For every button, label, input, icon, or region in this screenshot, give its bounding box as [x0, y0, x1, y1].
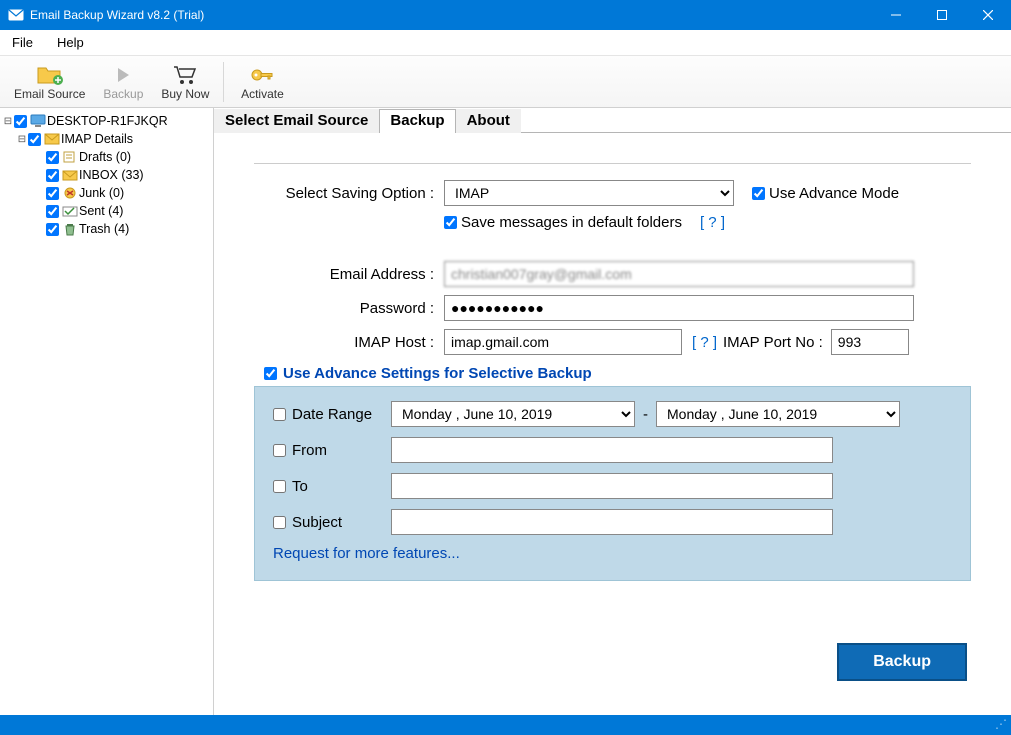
folder-add-icon: [36, 63, 64, 87]
app-icon: [8, 7, 24, 23]
advance-mode-checkbox[interactable]: Use Advance Mode: [752, 185, 899, 202]
toolbar: Email Source Backup Buy Now Activate: [0, 56, 1011, 108]
subject-input[interactable]: [391, 509, 833, 535]
tree-label: DESKTOP-R1FJKQR: [47, 114, 168, 128]
backup-button[interactable]: Backup: [837, 643, 967, 681]
tool-label: Backup: [103, 87, 143, 101]
tree-folder[interactable]: Junk (0): [2, 184, 211, 202]
date-from-select[interactable]: Monday , June 10, 2019: [391, 401, 635, 427]
collapse-icon[interactable]: ⊟: [2, 116, 14, 127]
tool-backup[interactable]: Backup: [93, 61, 153, 103]
to-input[interactable]: [391, 473, 833, 499]
tab-backup[interactable]: Backup: [379, 109, 455, 133]
port-label: IMAP Port No :: [723, 334, 823, 351]
tree-checkbox[interactable]: [46, 223, 59, 236]
cart-icon: [172, 63, 198, 87]
password-input[interactable]: [444, 295, 914, 321]
statusbar: ⋰: [0, 715, 1011, 735]
menu-help[interactable]: Help: [53, 33, 88, 52]
from-checkbox[interactable]: From: [273, 442, 391, 459]
window-title: Email Backup Wizard v8.2 (Trial): [30, 8, 873, 22]
separator: [254, 163, 971, 164]
tree-checkbox[interactable]: [46, 169, 59, 182]
folder-icon: [61, 150, 79, 164]
tree-account[interactable]: ⊟ IMAP Details: [2, 130, 211, 148]
menu-file[interactable]: File: [8, 33, 37, 52]
tree-root[interactable]: ⊟ DESKTOP-R1FJKQR: [2, 112, 211, 130]
toolbar-separator: [223, 62, 224, 102]
tool-label: Buy Now: [161, 87, 209, 101]
tool-activate[interactable]: Activate: [232, 61, 292, 103]
tool-email-source[interactable]: Email Source: [8, 61, 91, 103]
saving-option-select[interactable]: IMAP: [444, 180, 734, 206]
folder-icon: [61, 186, 79, 200]
help-link-default-folders[interactable]: [ ? ]: [700, 214, 725, 231]
resize-grip-icon[interactable]: ⋰: [995, 717, 1007, 731]
to-checkbox[interactable]: To: [273, 478, 391, 495]
date-range-checkbox[interactable]: Date Range: [273, 406, 391, 423]
advance-settings-panel: Date Range Monday , June 10, 2019 - Mond…: [254, 386, 971, 581]
email-label: Email Address :: [254, 266, 434, 283]
tree-checkbox[interactable]: [46, 151, 59, 164]
minimize-button[interactable]: [873, 0, 919, 30]
titlebar: Email Backup Wizard v8.2 (Trial): [0, 0, 1011, 30]
tree-checkbox[interactable]: [46, 205, 59, 218]
folder-icon: [61, 168, 79, 182]
backup-pane: Select Saving Option : IMAP Use Advance …: [214, 133, 1011, 591]
tree-folder[interactable]: INBOX (33): [2, 166, 211, 184]
advance-settings-toggle[interactable]: Use Advance Settings for Selective Backu…: [264, 365, 971, 382]
date-to-select[interactable]: Monday , June 10, 2019: [656, 401, 900, 427]
port-input[interactable]: [831, 329, 909, 355]
saving-option-label: Select Saving Option :: [254, 185, 434, 202]
key-icon: [249, 63, 275, 87]
tree-label: Junk (0): [79, 186, 124, 200]
tree-label: INBOX (33): [79, 168, 144, 182]
tree-folder[interactable]: Trash (4): [2, 220, 211, 238]
folder-icon: [61, 222, 79, 236]
tab-about[interactable]: About: [456, 109, 521, 133]
tool-buy-now[interactable]: Buy Now: [155, 61, 215, 103]
computer-icon: [29, 114, 47, 128]
help-link-host[interactable]: [ ? ]: [692, 334, 717, 351]
tree-label: Trash (4): [79, 222, 129, 236]
folder-icon: [61, 204, 79, 218]
tree-checkbox[interactable]: [28, 133, 41, 146]
email-input[interactable]: [444, 261, 914, 287]
tree-label: Drafts (0): [79, 150, 131, 164]
tool-label: Email Source: [14, 87, 85, 101]
tool-label: Activate: [241, 87, 284, 101]
subject-checkbox[interactable]: Subject: [273, 514, 391, 531]
tree-label: IMAP Details: [61, 132, 133, 146]
save-default-checkbox[interactable]: Save messages in default folders: [444, 214, 682, 231]
tree-folder[interactable]: Sent (4): [2, 202, 211, 220]
mailbox-icon: [43, 132, 61, 146]
tree-checkbox[interactable]: [14, 115, 27, 128]
tree-folder[interactable]: Drafts (0): [2, 148, 211, 166]
tab-strip: Select Email Source Backup About: [214, 108, 1011, 133]
maximize-button[interactable]: [919, 0, 965, 30]
close-button[interactable]: [965, 0, 1011, 30]
date-separator: -: [643, 406, 648, 423]
play-icon: [113, 63, 133, 87]
menubar: File Help: [0, 30, 1011, 56]
request-features-link[interactable]: Request for more features...: [273, 545, 460, 562]
tree-label: Sent (4): [79, 204, 123, 218]
host-input[interactable]: [444, 329, 682, 355]
folder-tree: ⊟ DESKTOP-R1FJKQR ⊟ IMAP Details Drafts …: [0, 108, 214, 715]
collapse-icon[interactable]: ⊟: [16, 134, 28, 145]
content-pane: Select Email Source Backup About Select …: [214, 108, 1011, 715]
from-input[interactable]: [391, 437, 833, 463]
password-label: Password :: [254, 300, 434, 317]
tab-select-source[interactable]: Select Email Source: [214, 109, 379, 133]
tree-checkbox[interactable]: [46, 187, 59, 200]
host-label: IMAP Host :: [254, 334, 434, 351]
